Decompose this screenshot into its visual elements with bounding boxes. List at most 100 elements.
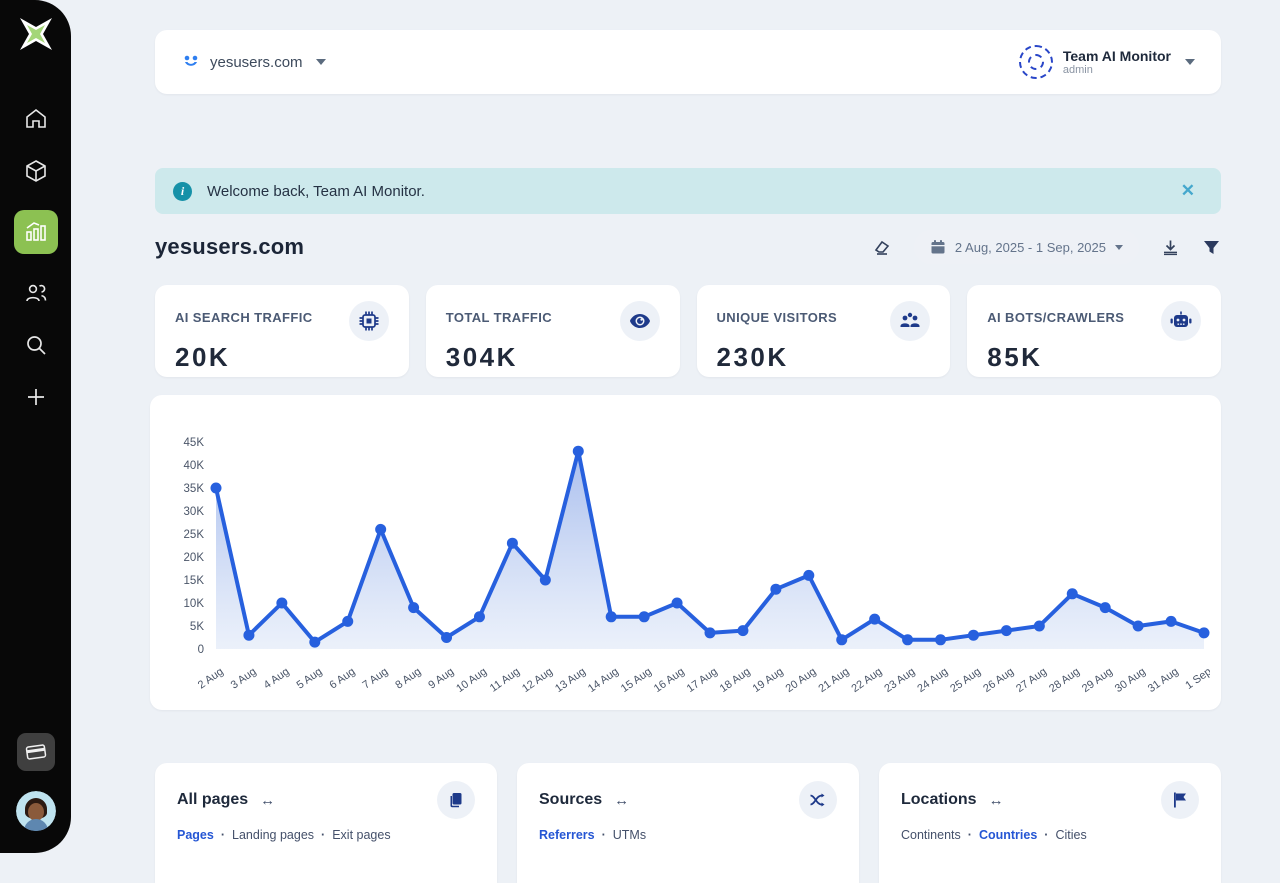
panel-title[interactable]: Locations: [901, 791, 977, 809]
chart-area-fill: [216, 451, 1204, 649]
chart-data-point[interactable]: [342, 616, 353, 627]
sidebar-item-billing[interactable]: [17, 733, 55, 771]
swap-icon[interactable]: ↔: [614, 792, 629, 809]
chart-data-point[interactable]: [1100, 602, 1111, 613]
y-tick-label: 15K: [184, 575, 205, 587]
x-tick-label: 20 Aug: [784, 666, 819, 695]
chart-data-point[interactable]: [869, 614, 880, 625]
chart-data-point[interactable]: [507, 538, 518, 549]
x-tick-label: 3 Aug: [229, 666, 259, 692]
filter-button[interactable]: [1202, 238, 1221, 257]
chart-data-point[interactable]: [606, 611, 617, 622]
chart-data-point[interactable]: [639, 611, 650, 622]
stat-card-ai-bots-crawlers: AI BOTS/CRAWLERS 85K: [967, 285, 1221, 377]
stat-value: 85K: [987, 342, 1201, 373]
pages-icon[interactable]: [437, 781, 475, 819]
chart-data-point[interactable]: [836, 634, 847, 645]
chart-data-point[interactable]: [441, 632, 452, 643]
chart-data-point[interactable]: [1034, 621, 1045, 632]
chevron-down-icon: [1185, 59, 1195, 65]
x-tick-label: 22 Aug: [849, 666, 884, 695]
traffic-chart-svg[interactable]: 45K40K35K30K25K20K15K10K5K02 Aug3 Aug4 A…: [164, 409, 1210, 707]
credit-card-icon: [24, 740, 48, 764]
chevron-down-icon: [316, 59, 326, 65]
chart-data-point[interactable]: [1133, 621, 1144, 632]
flag-icon[interactable]: [1161, 781, 1199, 819]
panel-title[interactable]: Sources: [539, 791, 602, 809]
stats-row: AI SEARCH TRAFFIC 20K TOTAL TRAFFIC: [155, 285, 1221, 377]
y-tick-label: 25K: [184, 529, 205, 541]
site-favicon-icon: [181, 52, 201, 72]
tab-countries[interactable]: Countries: [961, 828, 1038, 842]
chart-data-point[interactable]: [408, 602, 419, 613]
stat-value: 20K: [175, 342, 389, 373]
shuffle-icon[interactable]: [799, 781, 837, 819]
chart-data-point[interactable]: [309, 637, 320, 648]
chart-data-point[interactable]: [1166, 616, 1177, 627]
chart-data-point[interactable]: [968, 630, 979, 641]
tab-referrers[interactable]: Referrers: [539, 828, 595, 842]
user-avatar[interactable]: [16, 791, 56, 831]
chart-data-point[interactable]: [902, 634, 913, 645]
tab-landing-pages[interactable]: Landing pages: [214, 828, 314, 842]
plus-icon: [24, 385, 48, 409]
funnel-icon: [1202, 238, 1221, 257]
chart-data-point[interactable]: [705, 627, 716, 638]
date-range-picker[interactable]: 2 Aug, 2025 - 1 Sep, 2025: [914, 230, 1139, 264]
chart-data-point[interactable]: [672, 598, 683, 609]
sidebar-item-users[interactable]: [23, 280, 49, 306]
banner-close-icon[interactable]: ✕: [1173, 177, 1203, 205]
date-range-value: 2 Aug, 2025 - 1 Sep, 2025: [955, 240, 1106, 255]
sidebar-item-packages[interactable]: [23, 158, 49, 184]
title-toolbar: 2 Aug, 2025 - 1 Sep, 2025: [872, 230, 1221, 264]
chart-data-point[interactable]: [1001, 625, 1012, 636]
app-logo-icon[interactable]: [12, 10, 60, 58]
y-tick-label: 5K: [190, 621, 204, 633]
sidebar-bottom: [0, 733, 71, 831]
chart-data-point[interactable]: [770, 584, 781, 595]
download-button[interactable]: [1161, 238, 1180, 257]
stat-label: AI BOTS/CRAWLERS: [987, 310, 1124, 325]
chart-data-point[interactable]: [573, 446, 584, 457]
site-switcher[interactable]: yesusers.com: [181, 52, 326, 72]
traffic-chart-card: 45K40K35K30K25K20K15K10K5K02 Aug3 Aug4 A…: [150, 395, 1221, 710]
tab-continents[interactable]: Continents: [901, 828, 961, 842]
x-tick-label: 6 Aug: [328, 666, 358, 692]
chart-data-point[interactable]: [276, 598, 287, 609]
tab-pages[interactable]: Pages: [177, 828, 214, 842]
avatar-image: [16, 791, 56, 831]
sidebar-item-search[interactable]: [23, 332, 49, 358]
x-tick-label: 31 Aug: [1146, 666, 1181, 695]
chart-data-point[interactable]: [243, 630, 254, 641]
chart-data-point[interactable]: [803, 570, 814, 581]
chart-data-point[interactable]: [737, 625, 748, 636]
calendar-icon: [930, 239, 946, 255]
x-tick-label: 2 Aug: [196, 666, 226, 692]
chart-data-point[interactable]: [935, 634, 946, 645]
y-tick-label: 30K: [184, 506, 205, 518]
y-tick-label: 45K: [184, 437, 205, 449]
chart-data-point[interactable]: [540, 575, 551, 586]
sidebar-item-add[interactable]: [23, 384, 49, 410]
chart-data-point[interactable]: [474, 611, 485, 622]
swap-icon[interactable]: ↔: [989, 792, 1004, 809]
chart-generated: 45K40K35K30K25K20K15K10K5K02 Aug3 Aug4 A…: [184, 437, 1210, 695]
bottom-panels: All pages ↔ Pages Landing pages Exit pag…: [155, 763, 1221, 883]
tab-cities[interactable]: Cities: [1037, 828, 1086, 842]
chart-data-point[interactable]: [1199, 627, 1210, 638]
sidebar-item-analytics[interactable]: [14, 210, 58, 254]
chart-data-point[interactable]: [211, 483, 222, 494]
chart-data-point[interactable]: [375, 524, 386, 535]
sidebar-item-home[interactable]: [23, 106, 49, 132]
tab-utms[interactable]: UTMs: [595, 828, 647, 842]
panel-title[interactable]: All pages: [177, 791, 248, 809]
profile-menu[interactable]: Team AI Monitor admin: [1019, 45, 1195, 79]
profile-role: admin: [1063, 64, 1171, 76]
chart-data-point[interactable]: [1067, 588, 1078, 599]
swap-icon[interactable]: ↔: [260, 792, 275, 809]
tab-exit-pages[interactable]: Exit pages: [314, 828, 391, 842]
stat-value: 304K: [446, 342, 660, 373]
home-icon: [24, 107, 48, 131]
panel-all-pages: All pages ↔ Pages Landing pages Exit pag…: [155, 763, 497, 883]
clear-filters-button[interactable]: [872, 237, 892, 257]
